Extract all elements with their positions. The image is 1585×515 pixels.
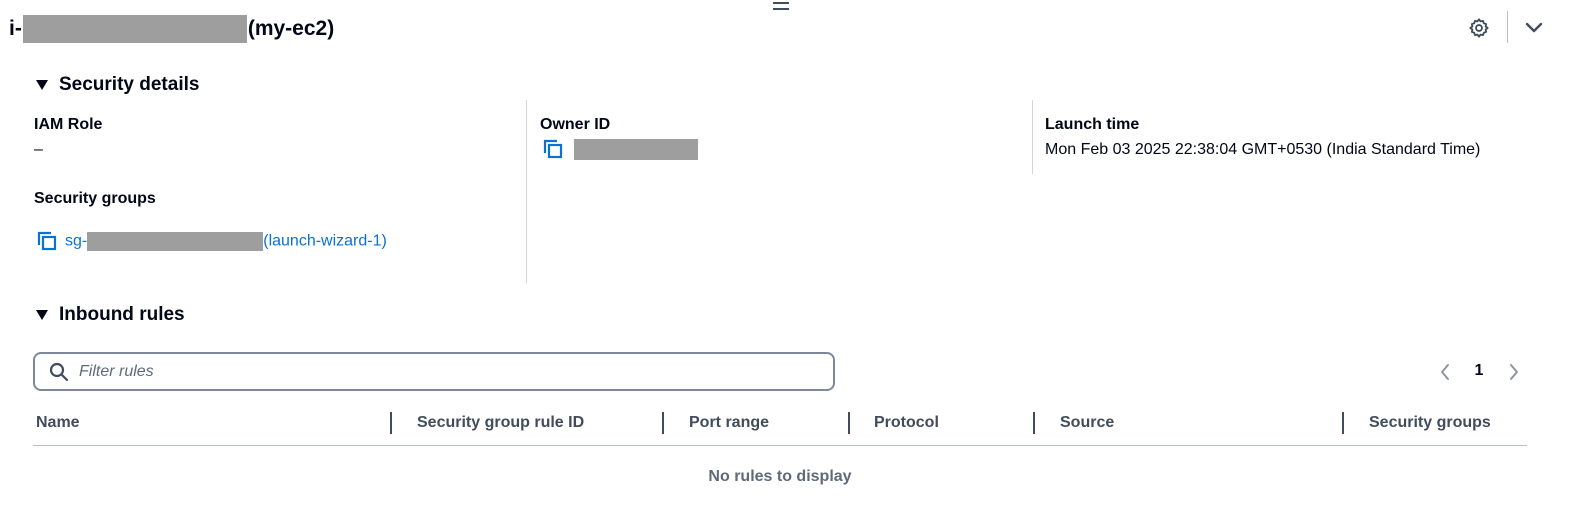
column-header-name[interactable]: Name — [36, 406, 80, 440]
collapse-button[interactable] — [1521, 15, 1547, 41]
filter-rules-input[interactable] — [79, 362, 779, 381]
redacted-security-group-id — [87, 231, 264, 251]
instance-name: (my-ec2) — [247, 17, 335, 40]
column-resizer[interactable] — [848, 412, 850, 434]
caret-down-icon — [35, 78, 51, 92]
iam-role-value: – — [34, 141, 43, 158]
caret-down-icon — [35, 308, 51, 322]
column-header-rule-id[interactable]: Security group rule ID — [417, 406, 584, 440]
inbound-rules-toggle[interactable]: Inbound rules — [35, 302, 185, 328]
owner-id-value — [542, 137, 698, 161]
current-page-number[interactable]: 1 — [1471, 362, 1487, 380]
security-group-name: (launch-wizard-1) — [263, 232, 387, 250]
column-divider — [1032, 100, 1033, 174]
instance-security-panel: i- (my-ec2) Security details IAM Role – … — [0, 0, 1585, 515]
instance-id-prefix: i- — [9, 17, 22, 40]
launch-time-value: Mon Feb 03 2025 22:38:04 GMT+0530 (India… — [1045, 141, 1481, 158]
chevron-right-icon — [1510, 364, 1518, 380]
security-group-value: sg- (launch-wizard-1) — [36, 229, 387, 253]
inbound-rules-table-header: Name Security group rule ID Port range P… — [33, 406, 1527, 446]
column-header-protocol[interactable]: Protocol — [874, 406, 939, 440]
empty-table-message: No rules to display — [708, 468, 852, 485]
column-header-security-groups[interactable]: Security groups — [1369, 406, 1491, 440]
column-header-source[interactable]: Source — [1060, 406, 1114, 440]
settings-button[interactable] — [1466, 15, 1492, 41]
column-resizer[interactable] — [662, 412, 664, 434]
chevron-down-icon — [1525, 22, 1543, 33]
iam-role-label: IAM Role — [34, 116, 103, 133]
pagination: 1 — [1433, 360, 1533, 384]
column-resizer[interactable] — [390, 412, 392, 434]
launch-time-label: Launch time — [1045, 116, 1140, 133]
security-groups-label: Security groups — [34, 190, 156, 207]
search-icon — [49, 362, 69, 381]
security-details-title: Security details — [59, 74, 200, 95]
column-resizer[interactable] — [1033, 412, 1035, 434]
copy-icon[interactable] — [36, 230, 58, 252]
copy-icon[interactable] — [542, 138, 564, 160]
redacted-instance-id — [22, 15, 247, 43]
security-group-prefix: sg- — [65, 232, 88, 250]
instance-title: i- (my-ec2) — [9, 15, 334, 43]
redacted-owner-id — [574, 138, 698, 160]
column-header-port-range[interactable]: Port range — [689, 406, 769, 440]
gear-icon — [1469, 18, 1489, 38]
column-resizer[interactable] — [1342, 412, 1344, 434]
inbound-rules-title: Inbound rules — [59, 304, 185, 325]
owner-id-label: Owner ID — [540, 116, 611, 133]
previous-page-button[interactable] — [1435, 360, 1455, 384]
filter-rules-box[interactable] — [33, 352, 835, 391]
column-divider — [526, 100, 527, 283]
next-page-button[interactable] — [1504, 360, 1524, 384]
security-group-link[interactable]: sg- (launch-wizard-1) — [65, 231, 387, 251]
resize-handle[interactable] — [773, 2, 789, 10]
security-details-toggle[interactable]: Security details — [35, 72, 199, 98]
chevron-left-icon — [1441, 364, 1449, 380]
header-divider — [1507, 11, 1508, 43]
